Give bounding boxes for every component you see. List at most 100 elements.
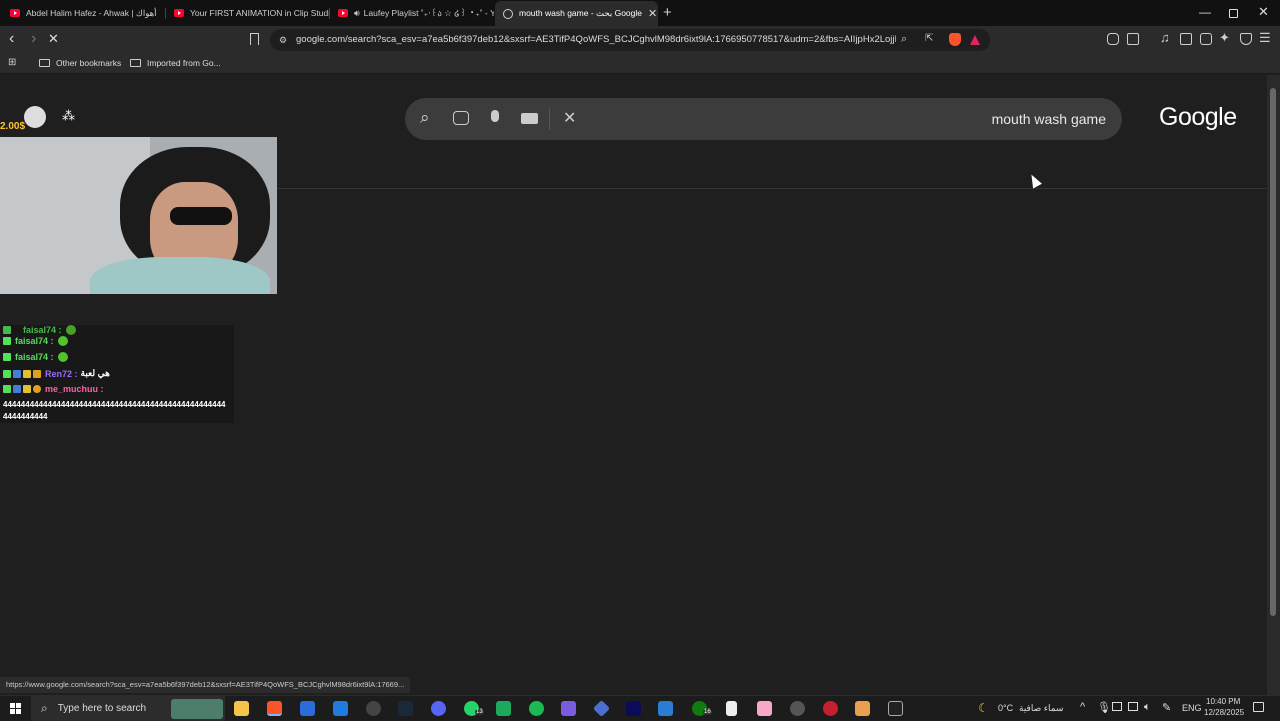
extensions-icon[interactable] bbox=[1107, 33, 1119, 45]
tab-youtube-ahwak[interactable]: Abdel Halim Hafez - Ahwak | أهواك bbox=[2, 2, 166, 24]
moderator-badge-icon bbox=[3, 337, 11, 345]
notifications-icon[interactable] bbox=[1253, 702, 1264, 712]
xbox-badge: 16 bbox=[703, 709, 712, 715]
reader-mode-icon[interactable] bbox=[1127, 33, 1139, 45]
emote-icon bbox=[65, 325, 76, 335]
folder-icon bbox=[39, 59, 50, 67]
site-settings-icon[interactable]: ⚙ bbox=[279, 35, 287, 46]
epic-games-icon[interactable] bbox=[888, 701, 903, 716]
phone-link-icon[interactable] bbox=[496, 701, 511, 716]
chat-long-text: 4444444444444444444444444444444444444444… bbox=[3, 400, 226, 409]
brave-shields-icon[interactable] bbox=[949, 33, 961, 46]
vip-badge-icon bbox=[13, 369, 21, 378]
bookmark-icon[interactable] bbox=[250, 33, 259, 45]
menu-icon[interactable]: ☰ bbox=[1259, 30, 1271, 46]
clock-date[interactable]: 12/28/2025 bbox=[1204, 708, 1244, 717]
taskbar-search[interactable]: ⌕ Type here to search bbox=[31, 696, 225, 721]
new-tab-icon[interactable]: + bbox=[663, 4, 672, 21]
close-tab-icon[interactable]: ✕ bbox=[642, 7, 657, 20]
search-icon[interactable]: ⌕ bbox=[420, 108, 430, 128]
game-launcher-icon[interactable] bbox=[561, 701, 576, 716]
back-icon[interactable]: ‹ bbox=[9, 30, 14, 48]
copilot-icon[interactable] bbox=[333, 701, 348, 716]
weather-description[interactable]: سماء صافية bbox=[1019, 703, 1063, 714]
moon-weather-icon[interactable]: ☾ bbox=[978, 701, 989, 715]
drawing-app-icon[interactable] bbox=[757, 701, 772, 716]
search-highlight-image bbox=[171, 699, 223, 719]
bookmark-imported[interactable]: Imported from Go... bbox=[130, 58, 221, 68]
streamer-avatar bbox=[24, 106, 46, 128]
vpn-icon[interactable] bbox=[1240, 33, 1252, 45]
google-logo[interactable]: Google bbox=[1159, 103, 1237, 132]
search-divider bbox=[549, 108, 550, 130]
stop-loading-icon[interactable]: ✕ bbox=[48, 30, 59, 48]
microphone-icon[interactable] bbox=[491, 110, 499, 122]
youtube-icon bbox=[174, 9, 184, 17]
spotify-icon[interactable] bbox=[529, 701, 544, 716]
moderator-badge-icon bbox=[3, 353, 11, 361]
notepad-icon[interactable] bbox=[726, 701, 737, 716]
google-icon bbox=[503, 8, 513, 19]
brave-rewards-icon[interactable] bbox=[970, 35, 980, 45]
lens-icon[interactable] bbox=[453, 111, 469, 125]
url-text[interactable]: google.com/search?sca_esv=a7ea5b6f397deb… bbox=[296, 34, 896, 45]
leo-ai-icon[interactable]: ✦ bbox=[1219, 30, 1230, 46]
chevron-up-icon[interactable]: ^ bbox=[1080, 701, 1085, 713]
speaker-icon[interactable]: 🔊︎ bbox=[354, 8, 360, 19]
settings-app-icon[interactable] bbox=[790, 701, 805, 716]
language-indicator[interactable]: ENG bbox=[1182, 703, 1202, 713]
clock-time[interactable]: 10:40 PM bbox=[1206, 697, 1240, 706]
word-icon[interactable] bbox=[658, 701, 673, 716]
discord-icon[interactable] bbox=[431, 701, 446, 716]
bookmark-label: Other bookmarks bbox=[56, 58, 122, 68]
address-bar[interactable]: ⚙ google.com/search?sca_esv=a7ea5b6f397d… bbox=[270, 29, 990, 51]
bookmark-other[interactable]: Other bookmarks bbox=[39, 58, 121, 68]
display-icon[interactable] bbox=[1128, 702, 1138, 711]
youtube-icon bbox=[10, 9, 20, 17]
tab-google-search[interactable]: mouth wash game - بحث Google ✕ bbox=[495, 1, 658, 26]
keyboard-icon[interactable] bbox=[521, 113, 538, 124]
youtube-icon bbox=[338, 9, 348, 17]
microphone-icon[interactable]: 🎙︎ bbox=[1097, 701, 1111, 714]
obs-icon[interactable] bbox=[366, 701, 381, 716]
file-explorer-icon[interactable] bbox=[234, 701, 249, 716]
apps-grid-icon[interactable]: ⊞ bbox=[8, 57, 16, 68]
search-box[interactable]: ⌕ ✕ mouth wash game bbox=[405, 98, 1122, 140]
forward-icon[interactable]: › bbox=[31, 30, 36, 48]
browser-toolbar: ‹ › ✕ ⚙ google.com/search?sca_esv=a7ea5b… bbox=[0, 26, 1280, 54]
volume-icon[interactable]: 🔈︎ bbox=[1144, 701, 1151, 714]
windows-start-icon[interactable] bbox=[10, 703, 21, 714]
brave-browser-icon[interactable] bbox=[267, 701, 282, 716]
tab-youtube-clipstudio[interactable]: Your FIRST ANIMATION in Clip Studio bbox=[166, 2, 330, 24]
network-icon[interactable] bbox=[1112, 702, 1122, 711]
scrollbar-thumb[interactable] bbox=[1270, 88, 1276, 616]
restore-icon[interactable] bbox=[1229, 9, 1238, 18]
steam-icon[interactable] bbox=[398, 701, 413, 716]
wallet-icon[interactable] bbox=[1200, 33, 1212, 45]
chat-message: Ren72 : هي لعبة bbox=[3, 368, 110, 379]
share-icon[interactable]: ⇱ bbox=[925, 33, 933, 44]
search-input[interactable]: mouth wash game bbox=[992, 111, 1106, 127]
moderator-badge-icon bbox=[3, 326, 11, 334]
vpn-app-icon[interactable] bbox=[593, 700, 610, 717]
zoom-icon[interactable]: ⌕ bbox=[901, 33, 907, 46]
pen-icon[interactable]: ✎ bbox=[1162, 701, 1171, 714]
chat-long-text: 4444444444 bbox=[3, 412, 48, 421]
close-window-icon[interactable]: ✕ bbox=[1258, 4, 1269, 20]
chat-message: me_muchuu : bbox=[3, 384, 104, 394]
chat-username: me_muchuu : bbox=[45, 384, 104, 394]
recording-app-icon[interactable] bbox=[823, 701, 838, 716]
taskbar-search-placeholder: Type here to search bbox=[57, 703, 147, 714]
terminal-app-icon[interactable] bbox=[626, 701, 641, 716]
game-icon[interactable] bbox=[855, 701, 870, 716]
sidebar-icon[interactable] bbox=[1180, 33, 1192, 45]
clear-icon[interactable]: ✕ bbox=[563, 108, 576, 128]
weather-temp[interactable]: 0°C bbox=[998, 703, 1013, 713]
tab-youtube-laufey[interactable]: 🔊︎ Laufey Playlist ˚₊‧꒰ა ☆ ໒꒱ ‧₊˚ - YouT… bbox=[330, 2, 494, 24]
sub-badge-icon bbox=[23, 369, 31, 378]
microsoft-store-icon[interactable] bbox=[300, 701, 315, 716]
chat-username: faisal74 : bbox=[15, 352, 54, 362]
media-icon[interactable]: ♫ bbox=[1160, 30, 1170, 45]
stream-chat: faisal74 : faisal74 : faisal74 : Ren72 :… bbox=[0, 325, 234, 423]
minimize-icon[interactable]: — bbox=[1199, 5, 1211, 19]
